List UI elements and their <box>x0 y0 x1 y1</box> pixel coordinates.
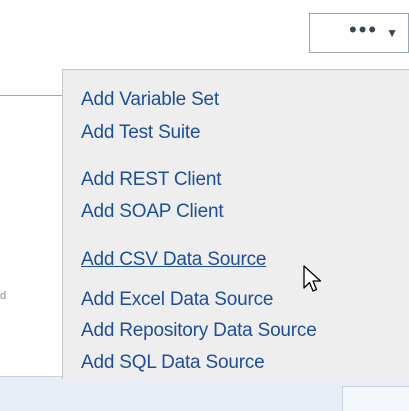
menu-item-add-rest-client[interactable]: Add REST Client <box>81 167 221 193</box>
menu-item-add-variable-set[interactable]: Add Variable Set <box>81 87 219 113</box>
menu-item-add-repository-data-source[interactable]: Add Repository Data Source <box>81 318 317 344</box>
more-options-menu: Add Variable Set Add Test Suite Add REST… <box>62 69 409 379</box>
mouse-pointer-icon <box>303 265 322 292</box>
menu-item-add-csv-data-source[interactable]: Add CSV Data Source <box>81 247 266 273</box>
background-divider <box>0 95 64 96</box>
chevron-down-icon: ▼ <box>386 26 398 40</box>
menu-item-add-test-suite[interactable]: Add Test Suite <box>81 120 201 146</box>
more-dots-icon: ••• <box>349 17 379 42</box>
background-partial-text: d <box>0 290 7 302</box>
more-options-button[interactable]: ••• ▼ <box>309 13 409 53</box>
menu-item-add-excel-data-source[interactable]: Add Excel Data Source <box>81 287 273 313</box>
menu-item-add-sql-data-source[interactable]: Add SQL Data Source <box>81 350 265 376</box>
background-footer-box <box>342 386 409 411</box>
menu-item-add-soap-client[interactable]: Add SOAP Client <box>81 199 224 225</box>
